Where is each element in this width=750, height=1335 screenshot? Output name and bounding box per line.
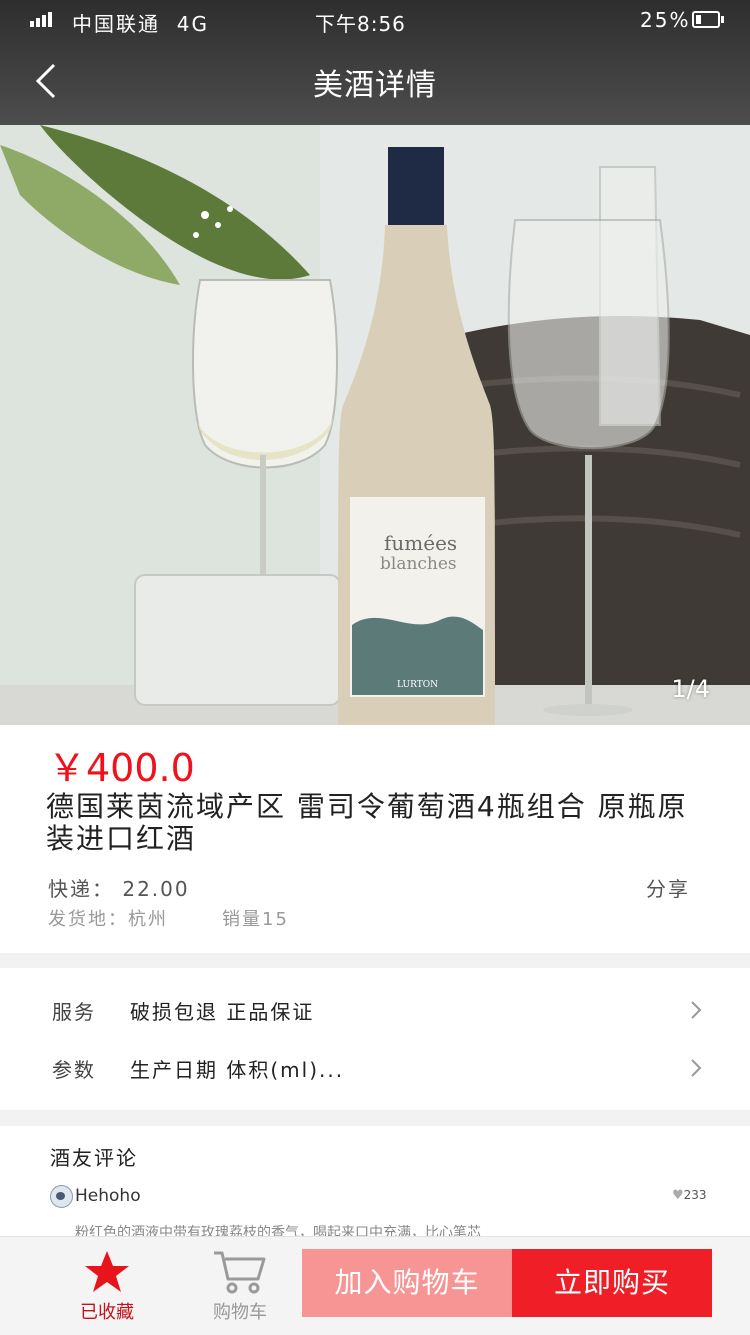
review-text: 粉红色的酒液中带有玫瑰荔枝的香气，喝起来口中充满，比心笔芯 — [75, 1225, 481, 1236]
favorite-button[interactable]: 已收藏 — [57, 1237, 157, 1335]
status-bar: 中国联通 4G 下午8:56 25% — [0, 0, 750, 38]
chevron-right-icon — [691, 1059, 702, 1077]
carrier-label: 中国联通 4G — [72, 12, 209, 36]
top-bar: 中国联通 4G 下午8:56 25% 美酒详情 — [0, 0, 750, 125]
review-user: Hehoho — [75, 1186, 141, 1206]
review-likes-count: 233 — [683, 1188, 707, 1202]
bottle-label-text: fumées — [384, 531, 457, 555]
service-row[interactable]: 服务 破损包退 正品保证 — [0, 980, 750, 1036]
bottom-action-bar: 已收藏 购物车 加入购物车 立即购买 — [0, 1236, 750, 1335]
battery-icon — [692, 11, 724, 28]
product-price: ￥400.0 — [48, 746, 195, 790]
status-time: 下午8:56 — [315, 12, 406, 36]
ship-origin: 发货地：杭州 — [48, 909, 168, 930]
reviews-card: 酒友评论 Hehoho ♥233 粉红色的酒液中带有玫瑰荔枝的香气，喝起来口中充… — [0, 1126, 750, 1236]
cart-icon — [214, 1251, 266, 1294]
chevron-right-icon — [691, 1001, 702, 1019]
image-counter: 1/4 — [671, 675, 710, 703]
avatar — [50, 1185, 73, 1208]
specs-card: 服务 破损包退 正品保证 参数 生产日期 体积(ml)... — [0, 968, 750, 1110]
product-image-carousel[interactable]: fumées blanches LURTON 1/4 — [0, 125, 750, 725]
share-button[interactable]: 分享 — [646, 873, 690, 902]
star-icon — [85, 1251, 129, 1292]
add-to-cart-button[interactable]: 加入购物车 — [302, 1249, 512, 1317]
product-info-card: ￥400.0 德国莱茵流域产区 雷司令葡萄酒4瓶组合 原瓶原装进口红酒 快递： … — [0, 725, 750, 953]
sales-count: 销量15 — [222, 909, 289, 930]
params-key: 参数 — [52, 1058, 96, 1082]
heart-icon: ♥ — [672, 1188, 684, 1203]
bottle-label-text-2: blanches — [380, 554, 457, 574]
page-title: 美酒详情 — [313, 68, 437, 103]
review-likes[interactable]: ♥233 — [672, 1188, 707, 1203]
cart-label: 购物车 — [213, 1302, 267, 1323]
bottle-brand-text: LURTON — [397, 680, 438, 690]
nav-bar: 美酒详情 — [0, 38, 750, 125]
signal-icon — [30, 11, 54, 27]
service-value: 破损包退 正品保证 — [130, 1000, 315, 1024]
shipping-fee: 快递： 22.00 — [48, 877, 190, 901]
params-value: 生产日期 体积(ml)... — [130, 1058, 345, 1082]
product-name: 德国莱茵流域产区 雷司令葡萄酒4瓶组合 原瓶原装进口红酒 — [46, 790, 688, 855]
product-photo: fumées blanches LURTON — [0, 125, 750, 725]
reviews-heading: 酒友评论 — [50, 1146, 138, 1170]
buy-now-button[interactable]: 立即购买 — [512, 1249, 712, 1317]
favorite-label: 已收藏 — [80, 1302, 134, 1323]
params-row[interactable]: 参数 生产日期 体积(ml)... — [0, 1038, 750, 1094]
cart-button[interactable]: 购物车 — [190, 1237, 290, 1335]
service-key: 服务 — [52, 1000, 96, 1024]
battery-percent: 25% — [640, 8, 691, 32]
